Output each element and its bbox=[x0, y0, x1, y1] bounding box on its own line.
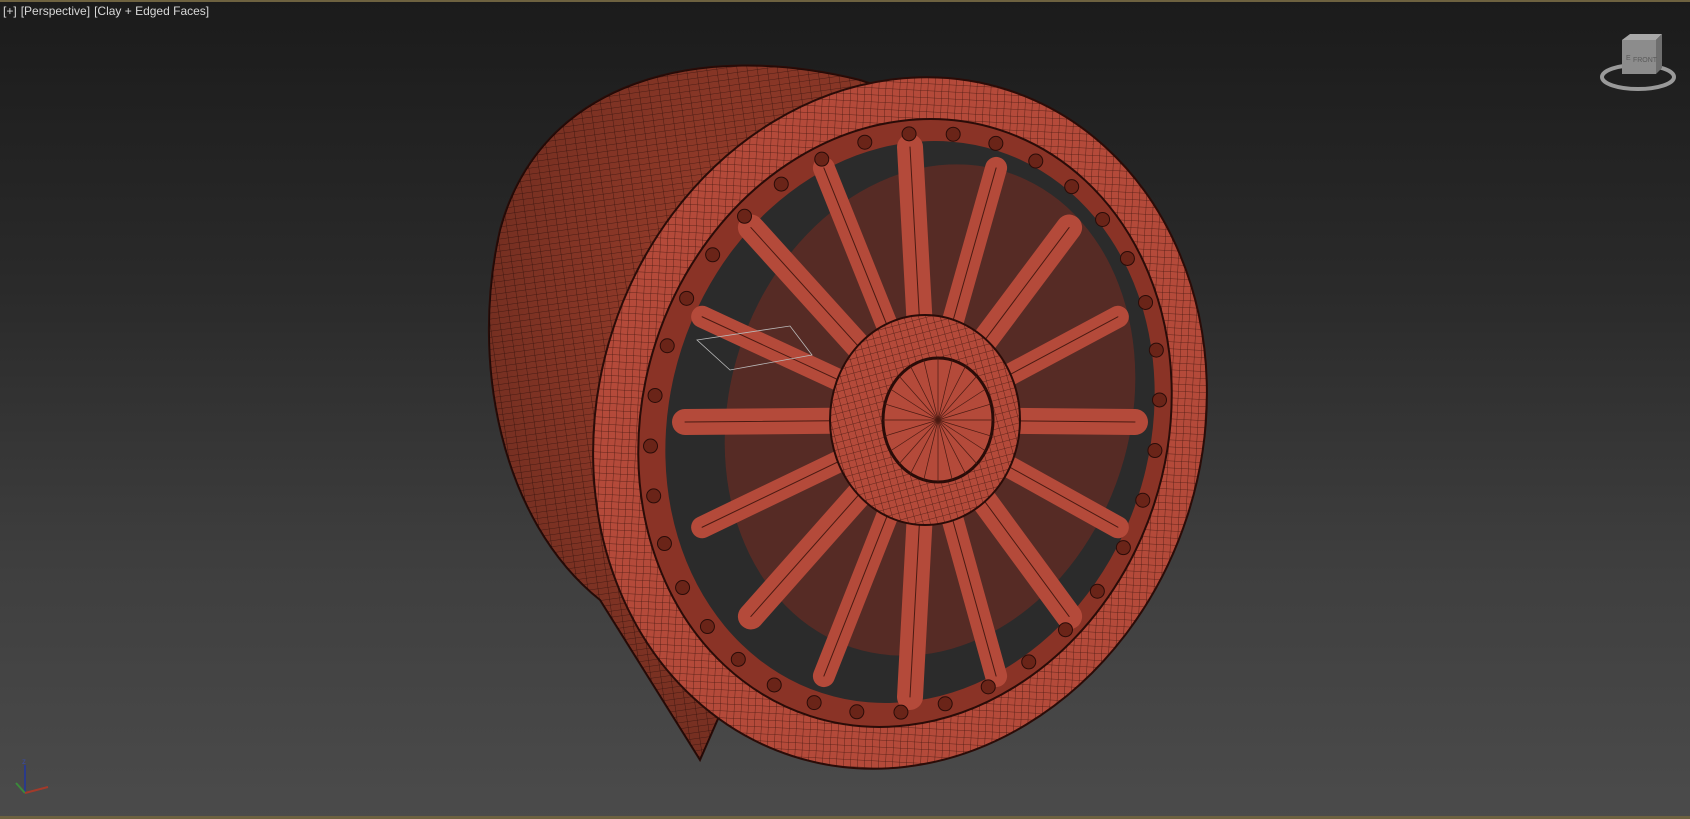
lug-bolt bbox=[1064, 179, 1080, 195]
lug-bolt bbox=[705, 247, 721, 263]
lug-bolt bbox=[901, 126, 917, 142]
viewcube-side-label: E bbox=[1626, 55, 1631, 62]
lug-bolt bbox=[988, 135, 1004, 151]
lug-bolt bbox=[806, 695, 822, 711]
lug-bolt bbox=[659, 338, 675, 354]
lug-bolt bbox=[857, 134, 873, 150]
lug-bolt bbox=[849, 704, 865, 720]
lug-bolt bbox=[1089, 583, 1105, 599]
lug-bolt bbox=[647, 387, 663, 403]
viewcube[interactable]: FRONT E bbox=[1598, 30, 1678, 95]
lug-bolt bbox=[679, 290, 695, 306]
lug-bolt bbox=[1119, 250, 1135, 266]
lug-bolt bbox=[699, 619, 715, 635]
axis-gizmo: z bbox=[15, 757, 49, 794]
lug-bolt bbox=[1021, 654, 1037, 670]
lug-bolt bbox=[656, 536, 672, 552]
lug-bolt bbox=[675, 580, 691, 596]
lug-bolt bbox=[1147, 443, 1163, 459]
lug-bolt bbox=[737, 208, 753, 224]
viewcube-front-label: FRONT bbox=[1633, 57, 1658, 64]
lug-bolt bbox=[1151, 392, 1167, 408]
wheel-model[interactable] bbox=[487, 0, 1295, 819]
lug-bolt bbox=[1138, 294, 1154, 310]
lug-bolt bbox=[643, 438, 659, 454]
lug-bolt bbox=[1095, 211, 1111, 227]
lug-bolt bbox=[1115, 540, 1131, 556]
lug-bolt bbox=[766, 677, 782, 693]
lug-bolt bbox=[1135, 492, 1151, 508]
viewport-scene[interactable] bbox=[0, 0, 1690, 819]
lug-bolt bbox=[814, 151, 830, 167]
lug-bolt bbox=[646, 488, 662, 504]
y-axis bbox=[15, 782, 26, 794]
lug-bolt bbox=[1028, 153, 1044, 169]
lug-bolt bbox=[980, 679, 996, 695]
x-axis bbox=[24, 786, 49, 794]
lug-bolt bbox=[893, 704, 909, 720]
z-axis-label: z bbox=[22, 757, 26, 766]
lug-bolt bbox=[773, 176, 789, 192]
lug-bolt bbox=[1057, 622, 1073, 638]
lug-bolt bbox=[730, 651, 746, 667]
lug-bolt bbox=[1148, 342, 1164, 358]
lug-bolt bbox=[937, 696, 953, 712]
lug-bolt bbox=[945, 126, 961, 142]
